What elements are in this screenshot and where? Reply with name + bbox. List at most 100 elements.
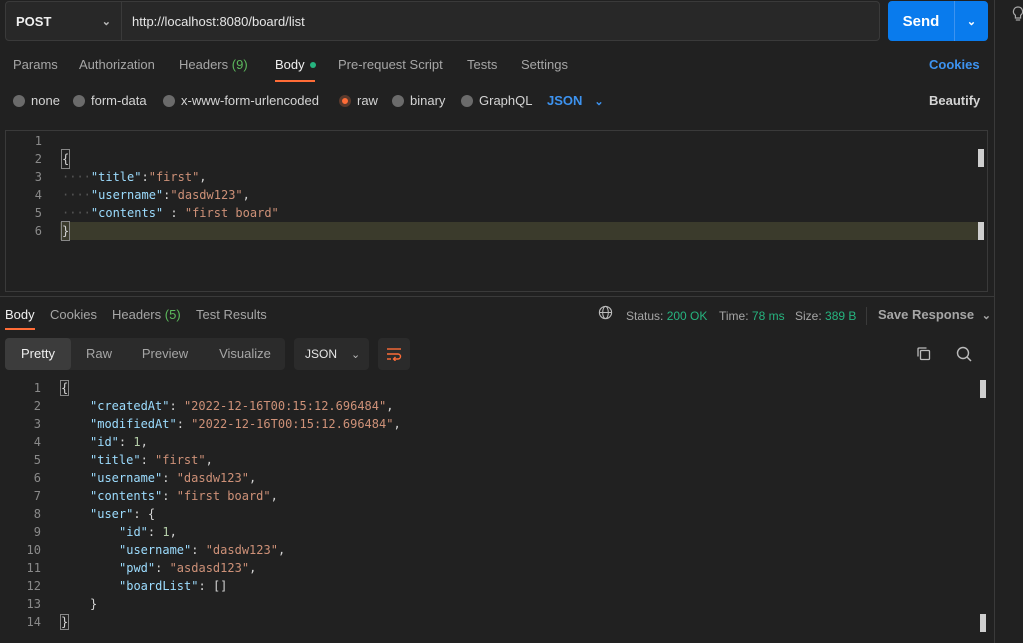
chevron-down-icon: ⌄ [351,348,361,361]
line-number: 11 [26,561,41,575]
line-number: 7 [33,489,41,503]
radio-form-data[interactable]: form-data [73,93,147,108]
response-format-select[interactable]: JSON ⌄ [294,338,369,370]
json-string: "first" [148,170,200,184]
radio-selected-icon [339,94,351,107]
tab-authorization[interactable]: Authorization [79,57,155,72]
tab-response-headers[interactable]: Headers (5) [112,307,181,322]
lightbulb-icon[interactable] [1012,6,1023,25]
line-number: 8 [33,507,41,521]
tab-count: (5) [164,307,181,322]
line-number: 13 [26,597,41,611]
tab-response-body[interactable]: Body [5,307,35,322]
json-key: "username" [119,543,192,557]
json-comma: , [199,170,207,184]
pane-divider[interactable] [0,296,994,297]
current-line-highlight [60,222,983,240]
method-select[interactable]: POST ⌄ [6,2,122,40]
json-string: "dasdw123" [176,471,249,485]
status-label: Status: [626,309,664,323]
tab-label: Tests [467,57,498,72]
chevron-down-icon: ⌄ [981,310,991,322]
radio-raw[interactable]: raw [339,93,378,108]
language-label: JSON [547,93,583,108]
code-text: "createdAt": "2022-12-16T00:15:12.696484… [90,399,394,413]
line-number: 6 [34,224,42,238]
json-comma: , [205,453,213,467]
tab-label: Headers [179,57,229,72]
json-comma: , [393,417,401,431]
response-view-modes: Pretty Raw Preview Visualize [5,338,285,370]
beautify-button[interactable]: Beautify [929,93,980,108]
active-tab-indicator [5,328,35,330]
tab-params[interactable]: Params [13,57,58,72]
tab-label: Params [13,57,58,72]
send-options-button[interactable]: ⌄ [954,1,988,41]
json-key: "user" [90,507,134,521]
save-response-button[interactable]: Save Response ⌄ [878,307,991,322]
json-string: "first board" [184,206,279,220]
radio-graphql[interactable]: GraphQL [461,93,532,108]
right-sidebar-edge [994,0,1023,643]
tab-settings[interactable]: Settings [521,57,568,72]
chevron-down-icon: ⌄ [966,15,977,28]
tab-label: Authorization [79,57,155,72]
line-number: 3 [33,417,41,431]
json-comma: , [169,525,177,539]
body-language-select[interactable]: JSON ⌄ [547,93,604,108]
request-body-editor[interactable]: 1 2{ 3 ····"title":"first", 4 ····"usernam… [5,130,988,292]
send-button[interactable]: Send [888,1,954,41]
modified-dot-icon [309,61,316,68]
json-key: "contents" [90,489,163,503]
status-value[interactable]: 200 OK [667,309,708,323]
code-text: "title": "first", [90,453,213,467]
view-preview[interactable]: Preview [129,338,201,370]
code-token: { [60,149,71,169]
code-text: { [59,379,70,397]
size-readout: Size: 389 B [795,309,856,323]
tab-tests[interactable]: Tests [467,57,497,72]
line-number: 1 [34,134,42,148]
chevron-down-icon: ⌄ [594,96,604,108]
radio-none[interactable]: none [13,93,60,108]
url-input[interactable] [122,2,879,40]
json-literal: { [147,507,156,521]
method-label: POST [16,13,52,29]
radio-binary[interactable]: binary [392,93,445,108]
time-label: Time: [719,309,749,323]
json-bracket: { [59,380,70,396]
radio-x-www-form-urlencoded[interactable]: x-www-form-urlencoded [163,93,319,108]
time-value[interactable]: 78 ms [752,309,785,323]
line-number: 12 [26,579,41,593]
json-comma: , [242,188,250,202]
tab-test-results[interactable]: Test Results [196,307,267,322]
save-response-label: Save Response [878,307,975,322]
scrollbar-thumb[interactable] [978,149,984,167]
tab-pre-request-script[interactable]: Pre-request Script [338,57,443,72]
json-literal: [] [212,579,228,593]
search-icon[interactable] [955,345,973,363]
line-number: 4 [34,188,42,202]
json-string: "dasdw123" [170,188,243,202]
json-comma: , [248,471,257,485]
copy-icon[interactable] [915,345,933,363]
globe-icon[interactable] [598,305,613,320]
json-key: "username" [90,471,163,485]
tab-response-cookies[interactable]: Cookies [50,307,97,322]
json-string: "2022-12-16T00:15:12.696484" [183,399,387,413]
size-value[interactable]: 389 B [825,309,856,323]
radio-circle-icon [392,94,404,107]
response-tabs: Body Cookies Headers (5) Test Results St… [0,302,994,330]
view-pretty[interactable]: Pretty [5,338,71,370]
scrollbar-thumb[interactable] [980,380,986,398]
response-body-viewer[interactable]: 1 {2 "createdAt": "2022-12-16T00:15:12.696… [5,378,988,643]
view-visualize[interactable]: Visualize [205,338,285,370]
tab-headers[interactable]: Headers (9) [179,57,248,72]
view-raw[interactable]: Raw [71,338,127,370]
tab-count: (9) [231,57,248,72]
tab-body[interactable]: Body [275,57,316,72]
code-text: "username": "dasdw123", [90,471,257,485]
wrap-lines-icon [387,348,402,361]
cookies-link[interactable]: Cookies [929,57,980,72]
wrap-lines-button[interactable] [378,338,410,370]
